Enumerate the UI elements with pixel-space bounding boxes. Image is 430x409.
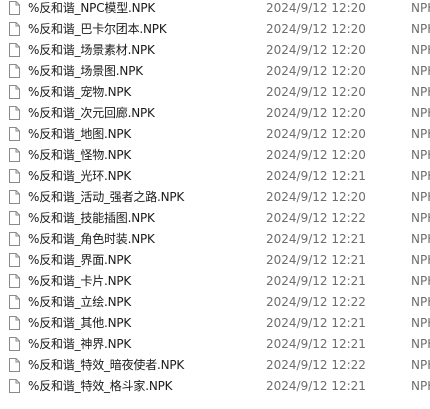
- file-name: %反和谐_场景图.NPK: [28, 64, 143, 78]
- file-type: NPK: [411, 127, 430, 141]
- file-row[interactable]: %反和谐_特效_格斗家.NPK 2024/9/12 12:21 NPK: [0, 376, 430, 397]
- file-row[interactable]: %反和谐_场景图.NPK 2024/9/12 12:20 NPK: [0, 61, 430, 82]
- file-modified-date: 2024/9/12 12:20: [266, 148, 366, 162]
- file-name: %反和谐_特效_暗夜使者.NPK: [28, 358, 185, 372]
- file-row[interactable]: %反和谐_NPC模型.NPK 2024/9/12 12:20 NPK: [0, 0, 430, 19]
- blank-file-icon: [9, 106, 20, 120]
- file-type: NPK: [411, 274, 430, 288]
- file-modified-date: 2024/9/12 12:20: [266, 85, 366, 99]
- file-name: %反和谐_巴卡尔团本.NPK: [28, 22, 167, 36]
- file-modified-date: 2024/9/12 12:21: [266, 379, 366, 393]
- file-type: NPK: [411, 232, 430, 246]
- file-row[interactable]: %反和谐_地图.NPK 2024/9/12 12:20 NPK: [0, 124, 430, 145]
- file-type: NPK: [411, 106, 430, 120]
- file-modified-date: 2024/9/12 12:20: [266, 22, 366, 36]
- file-modified-date: 2024/9/12 12:22: [266, 211, 366, 225]
- file-modified-date: 2024/9/12 12:22: [266, 295, 366, 309]
- file-row[interactable]: %反和谐_其他.NPK 2024/9/12 12:21 NPK: [0, 313, 430, 334]
- file-name: %反和谐_卡片.NPK: [28, 274, 132, 288]
- file-modified-date: 2024/9/12 12:21: [266, 169, 366, 183]
- file-type: NPK: [411, 211, 430, 225]
- file-name: %反和谐_角色时装.NPK: [28, 232, 155, 246]
- file-row[interactable]: %反和谐_宠物.NPK 2024/9/12 12:20 NPK: [0, 82, 430, 103]
- blank-file-icon: [9, 64, 20, 78]
- file-type: NPK: [411, 169, 430, 183]
- file-name: %反和谐_次元回廊.NPK: [28, 106, 155, 120]
- file-modified-date: 2024/9/12 12:20: [266, 43, 366, 57]
- file-name: %反和谐_特效_格斗家.NPK: [28, 379, 173, 393]
- file-type: NPK: [411, 253, 430, 267]
- file-type: NPK: [411, 64, 430, 78]
- file-modified-date: 2024/9/12 12:21: [266, 274, 366, 288]
- file-row[interactable]: %反和谐_卡片.NPK 2024/9/12 12:21 NPK: [0, 271, 430, 292]
- file-name: %反和谐_其他.NPK: [28, 316, 132, 330]
- blank-file-icon: [9, 379, 20, 393]
- file-name: %反和谐_活动_强者之路.NPK: [28, 190, 185, 204]
- file-modified-date: 2024/9/12 12:22: [266, 358, 366, 372]
- file-modified-date: 2024/9/12 12:21: [266, 316, 366, 330]
- file-row[interactable]: %反和谐_巴卡尔团本.NPK 2024/9/12 12:20 NPK: [0, 19, 430, 40]
- file-row[interactable]: %反和谐_界面.NPK 2024/9/12 12:21 NPK: [0, 250, 430, 271]
- blank-file-icon: [9, 22, 20, 36]
- file-type: NPK: [411, 22, 430, 36]
- file-modified-date: 2024/9/12 12:21: [266, 232, 366, 246]
- blank-file-icon: [9, 148, 20, 162]
- file-type: NPK: [411, 190, 430, 204]
- file-type: NPK: [411, 85, 430, 99]
- file-row[interactable]: %反和谐_立绘.NPK 2024/9/12 12:22 NPK: [0, 292, 430, 313]
- file-name: %反和谐_立绘.NPK: [28, 295, 132, 309]
- blank-file-icon: [9, 43, 20, 57]
- blank-file-icon: [9, 274, 20, 288]
- file-row[interactable]: %反和谐_光环.NPK 2024/9/12 12:21 NPK: [0, 166, 430, 187]
- file-type: NPK: [411, 316, 430, 330]
- file-modified-date: 2024/9/12 12:20: [266, 1, 366, 15]
- file-modified-date: 2024/9/12 12:21: [266, 337, 366, 351]
- file-row[interactable]: %反和谐_次元回廊.NPK 2024/9/12 12:20 NPK: [0, 103, 430, 124]
- file-modified-date: 2024/9/12 12:20: [266, 127, 366, 141]
- file-type: NPK: [411, 358, 430, 372]
- file-modified-date: 2024/9/12 12:20: [266, 190, 366, 204]
- file-type: NPK: [411, 43, 430, 57]
- file-name: %反和谐_界面.NPK: [28, 253, 132, 267]
- file-name: %反和谐_地图.NPK: [28, 127, 132, 141]
- blank-file-icon: [9, 127, 20, 141]
- file-type: NPK: [411, 379, 430, 393]
- file-row[interactable]: %反和谐_场景素材.NPK 2024/9/12 12:20 NPK: [0, 40, 430, 61]
- blank-file-icon: [9, 295, 20, 309]
- blank-file-icon: [9, 169, 20, 183]
- file-modified-date: 2024/9/12 12:21: [266, 253, 366, 267]
- file-type: NPK: [411, 295, 430, 309]
- blank-file-icon: [9, 190, 20, 204]
- file-name: %反和谐_NPC模型.NPK: [28, 1, 156, 15]
- blank-file-icon: [9, 253, 20, 267]
- file-row[interactable]: %反和谐_角色时装.NPK 2024/9/12 12:21 NPK: [0, 229, 430, 250]
- blank-file-icon: [9, 358, 20, 372]
- file-row[interactable]: %反和谐_特效_暗夜使者.NPK 2024/9/12 12:22 NPK: [0, 355, 430, 376]
- file-name: %反和谐_神界.NPK: [28, 337, 132, 351]
- file-type: NPK: [411, 337, 430, 351]
- blank-file-icon: [9, 316, 20, 330]
- file-name: %反和谐_光环.NPK: [28, 169, 132, 183]
- file-name: %反和谐_怪物.NPK: [28, 148, 132, 162]
- blank-file-icon: [9, 337, 20, 351]
- file-modified-date: 2024/9/12 12:20: [266, 106, 366, 120]
- file-list: %反和谐_NPC模型.NPK 2024/9/12 12:20 NPK %反和谐_…: [0, 0, 430, 397]
- file-row[interactable]: %反和谐_怪物.NPK 2024/9/12 12:20 NPK: [0, 145, 430, 166]
- blank-file-icon: [9, 232, 20, 246]
- file-type: NPK: [411, 148, 430, 162]
- file-modified-date: 2024/9/12 12:20: [266, 64, 366, 78]
- blank-file-icon: [9, 211, 20, 225]
- blank-file-icon: [9, 1, 20, 15]
- file-type: NPK: [411, 1, 430, 15]
- file-name: %反和谐_宠物.NPK: [28, 85, 132, 99]
- file-row[interactable]: %反和谐_活动_强者之路.NPK 2024/9/12 12:20 NPK: [0, 187, 430, 208]
- file-row[interactable]: %反和谐_技能插图.NPK 2024/9/12 12:22 NPK: [0, 208, 430, 229]
- file-row[interactable]: %反和谐_神界.NPK 2024/9/12 12:21 NPK: [0, 334, 430, 355]
- file-name: %反和谐_场景素材.NPK: [28, 43, 155, 57]
- file-name: %反和谐_技能插图.NPK: [28, 211, 155, 225]
- blank-file-icon: [9, 85, 20, 99]
